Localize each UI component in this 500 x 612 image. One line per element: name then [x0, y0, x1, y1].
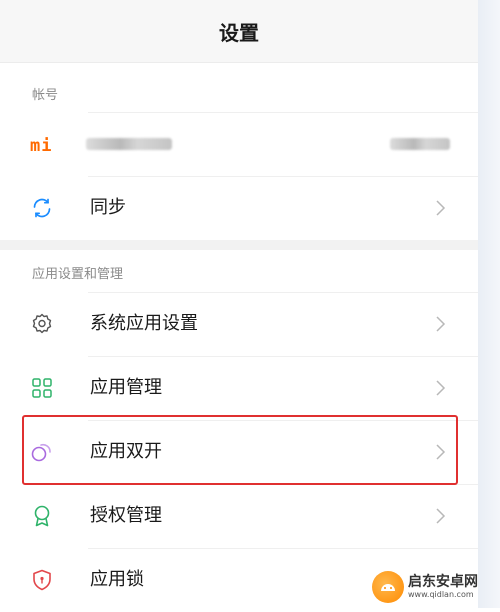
highlight-box [22, 415, 458, 485]
account-row[interactable] [0, 112, 478, 176]
android-icon [381, 584, 395, 591]
ribbon-icon [34, 505, 50, 527]
app-management-label: 应用管理 [90, 377, 162, 398]
account-id-blurred [390, 138, 450, 150]
page-title: 设置 [219, 20, 259, 45]
watermark-text: 启东安卓网 www.qidlan.com [408, 575, 478, 599]
watermark-logo [372, 571, 404, 603]
divider [88, 548, 478, 549]
permission-management-label: 授权管理 [90, 505, 162, 526]
app-management-row[interactable]: 应用管理 [0, 356, 478, 420]
system-app-settings-label: 系统应用设置 [90, 313, 198, 334]
app-lock-label: 应用锁 [90, 569, 144, 590]
sync-label: 同步 [90, 197, 126, 218]
watermark-url: www.qidlan.com [408, 590, 474, 599]
gear-icon [32, 313, 52, 334]
divider [88, 112, 478, 113]
right-edge-panel [478, 0, 500, 608]
permission-management-row[interactable]: 授权管理 [0, 484, 478, 548]
chevron-right-icon [436, 316, 446, 332]
section-gap [0, 240, 478, 250]
chevron-right-icon [436, 380, 446, 396]
account-name-blurred [86, 138, 172, 150]
mi-logo: mi [30, 136, 53, 156]
watermark-name: 启东安卓网 [408, 574, 478, 590]
system-app-settings-row[interactable]: 系统应用设置 [0, 292, 478, 356]
chevron-right-icon [436, 508, 446, 524]
section-title-apps: 应用设置和管理 [32, 267, 124, 282]
title-bar: 设置 [0, 0, 478, 63]
sync-row[interactable]: 同步 [0, 176, 478, 240]
sync-icon [33, 198, 51, 218]
divider [88, 176, 478, 177]
section-title-account: 帐号 [32, 88, 59, 103]
grid-icon [32, 378, 52, 398]
chevron-right-icon [436, 200, 446, 216]
watermark: 启东安卓网 www.qidlan.com [372, 568, 496, 606]
shield-icon [33, 569, 51, 591]
